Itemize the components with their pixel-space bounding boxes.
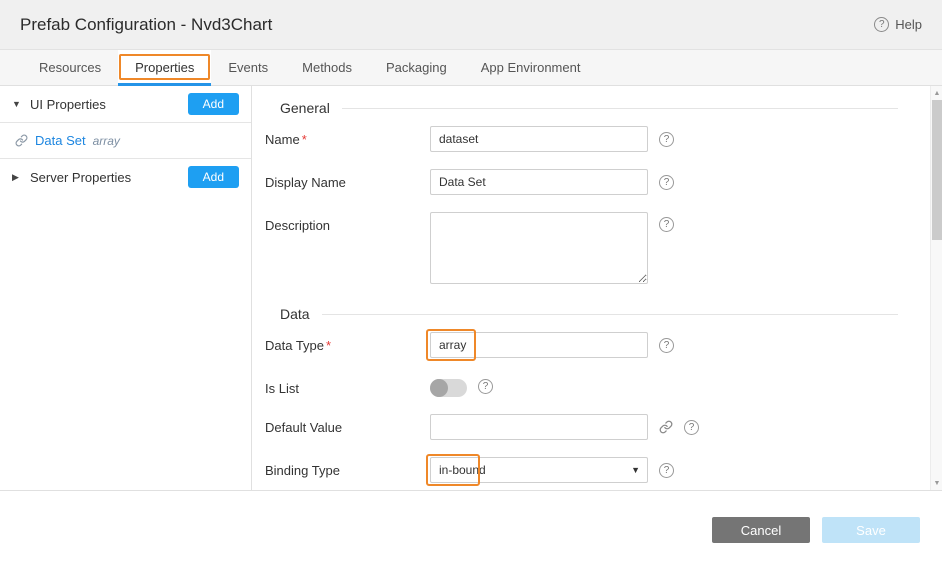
- section-divider: [342, 108, 898, 109]
- binding-type-help-icon[interactable]: ?: [659, 463, 674, 478]
- sidebar-group-server-properties[interactable]: ▶ Server Properties Add: [0, 159, 251, 195]
- sidebar-group-ui-properties[interactable]: ▼ UI Properties Add: [0, 86, 251, 122]
- field-row-name: Name* ?: [265, 126, 898, 152]
- vertical-scrollbar[interactable]: ▲ ▼: [930, 86, 942, 490]
- server-properties-label: Server Properties: [30, 170, 188, 185]
- field-row-binding-type: Binding Type in-bound ▼ ?: [265, 457, 898, 483]
- data-type-field[interactable]: [430, 332, 648, 358]
- description-field[interactable]: [430, 212, 648, 284]
- tab-bar: Resources Properties Events Methods Pack…: [0, 50, 942, 86]
- body: ▼ UI Properties Add Data Set array ▶ Ser…: [0, 86, 942, 491]
- display-name-label: Display Name: [265, 169, 430, 190]
- section-data-title: Data: [280, 306, 310, 322]
- tab-packaging[interactable]: Packaging: [369, 50, 464, 85]
- data-type-label: Data Type*: [265, 332, 430, 353]
- tab-app-environment[interactable]: App Environment: [464, 50, 598, 85]
- caret-right-icon: ▶: [12, 172, 22, 183]
- data-set-item-label: Data Set: [35, 133, 86, 148]
- field-row-data-type: Data Type* ?: [265, 332, 898, 358]
- description-help-icon[interactable]: ?: [659, 217, 674, 232]
- name-label: Name*: [265, 126, 430, 147]
- help-icon: ?: [874, 17, 889, 32]
- scroll-up-icon[interactable]: ▲: [931, 87, 942, 99]
- sidebar-item-data-set[interactable]: Data Set array: [0, 122, 251, 159]
- tab-properties[interactable]: Properties: [118, 50, 211, 85]
- dropdown-arrow-icon: ▼: [631, 465, 640, 475]
- help-label: Help: [895, 17, 922, 32]
- ui-properties-label: UI Properties: [30, 97, 188, 112]
- footer: Cancel Save: [0, 491, 942, 562]
- default-value-label: Default Value: [265, 414, 430, 435]
- tab-resources[interactable]: Resources: [22, 50, 118, 85]
- field-row-display-name: Display Name ?: [265, 169, 898, 195]
- scrollbar-thumb[interactable]: [932, 100, 942, 240]
- properties-form: General Name* ? Display Name ?: [252, 86, 942, 490]
- description-label: Description: [265, 212, 430, 233]
- prefab-configuration-window: Prefab Configuration - Nvd3Chart ? Help …: [0, 0, 942, 562]
- tab-events[interactable]: Events: [211, 50, 285, 85]
- cancel-button[interactable]: Cancel: [712, 517, 810, 543]
- section-data: Data: [280, 306, 898, 322]
- name-help-icon[interactable]: ?: [659, 132, 674, 147]
- add-server-property-button[interactable]: Add: [188, 166, 239, 188]
- name-field[interactable]: [430, 126, 648, 152]
- is-list-toggle[interactable]: [430, 379, 467, 397]
- is-list-help-icon[interactable]: ?: [478, 379, 493, 394]
- required-asterisk: *: [302, 132, 307, 147]
- field-row-description: Description ?: [265, 212, 898, 284]
- display-name-help-icon[interactable]: ?: [659, 175, 674, 190]
- caret-down-icon: ▼: [12, 99, 22, 109]
- display-name-field[interactable]: [430, 169, 648, 195]
- default-value-help-icon[interactable]: ?: [684, 420, 699, 435]
- tab-methods[interactable]: Methods: [285, 50, 369, 85]
- section-general: General: [280, 100, 898, 116]
- data-set-item-type: array: [93, 134, 120, 148]
- required-asterisk: *: [326, 338, 331, 353]
- field-row-default-value: Default Value ?: [265, 414, 898, 440]
- save-button[interactable]: Save: [822, 517, 920, 543]
- sidebar: ▼ UI Properties Add Data Set array ▶ Ser…: [0, 86, 252, 490]
- page-title: Prefab Configuration - Nvd3Chart: [20, 15, 272, 35]
- help-button[interactable]: ? Help: [874, 17, 922, 32]
- field-row-is-list: Is List ?: [265, 375, 898, 397]
- section-general-title: General: [280, 100, 330, 116]
- binding-type-value: in-bound: [439, 463, 486, 477]
- data-type-help-icon[interactable]: ?: [659, 338, 674, 353]
- binding-type-label: Binding Type: [265, 457, 430, 478]
- section-divider: [322, 314, 898, 315]
- is-list-label: Is List: [265, 375, 430, 396]
- toggle-knob-icon: [430, 379, 448, 397]
- bind-link-icon[interactable]: [659, 420, 673, 434]
- link-icon: [15, 134, 28, 147]
- default-value-field[interactable]: [430, 414, 648, 440]
- scroll-down-icon[interactable]: ▼: [931, 477, 942, 489]
- binding-type-select[interactable]: in-bound ▼: [430, 457, 648, 483]
- add-ui-property-button[interactable]: Add: [188, 93, 239, 115]
- header: Prefab Configuration - Nvd3Chart ? Help: [0, 0, 942, 50]
